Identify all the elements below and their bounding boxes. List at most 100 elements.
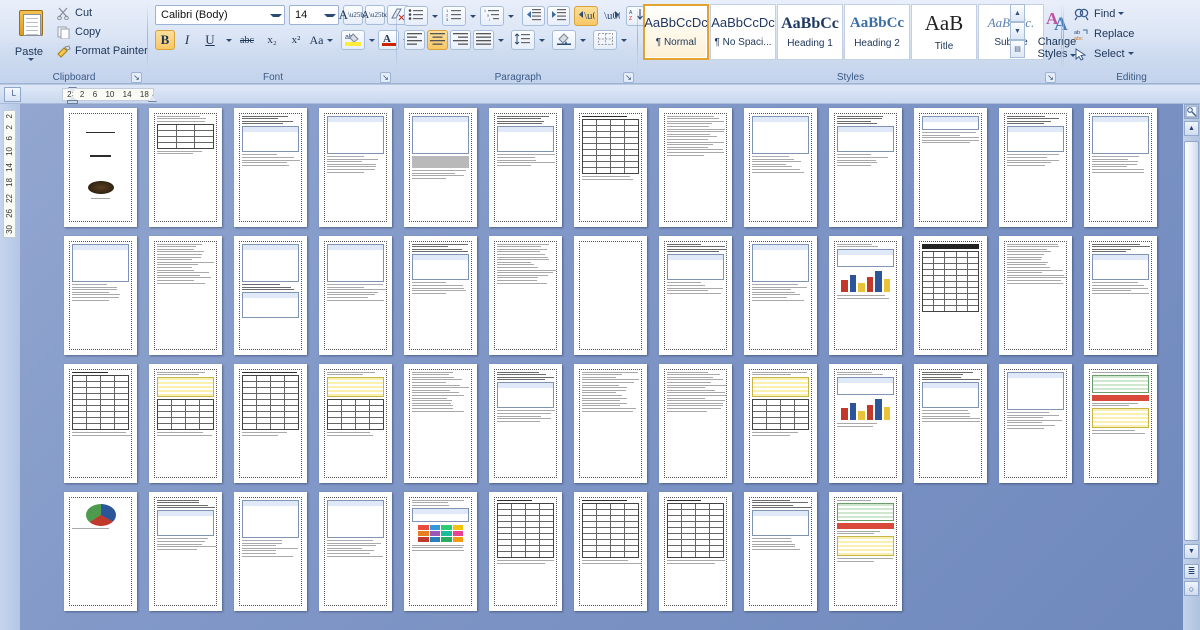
page-thumbnail[interactable] (64, 236, 137, 355)
style-heading-1[interactable]: AaBbCс Heading 1 (777, 4, 843, 60)
page-thumbnail[interactable] (574, 236, 647, 355)
horizontal-ruler[interactable]: └ 2 2 6 10 14 18 (0, 85, 1200, 104)
underline-button[interactable]: U (199, 30, 221, 50)
page-thumbnail[interactable] (234, 492, 307, 611)
previous-page-button[interactable]: ≣ (1184, 564, 1199, 579)
italic-button[interactable]: I (177, 30, 197, 50)
scroll-down-button[interactable]: ▼ (1184, 544, 1199, 559)
page-thumbnail[interactable] (149, 364, 222, 483)
page-thumbnail[interactable] (659, 492, 732, 611)
justify-dropdown-arrow[interactable] (494, 30, 505, 50)
bold-button[interactable]: B (155, 30, 175, 50)
page-thumbnail[interactable] (744, 364, 817, 483)
page-thumbnail[interactable] (659, 364, 732, 483)
page-thumbnail[interactable] (64, 492, 137, 611)
borders-dropdown-arrow[interactable] (617, 30, 628, 50)
page-thumbnail[interactable] (319, 236, 392, 355)
page-thumbnail[interactable] (829, 492, 902, 611)
document-canvas[interactable] (20, 104, 1183, 630)
multilevel-list-button[interactable]: 1ai (480, 6, 504, 26)
vertical-ruler[interactable]: 2 2 6 10 14 18 22 26 30 (0, 104, 20, 630)
styles-scroll-down-button[interactable]: ▼ (1010, 22, 1025, 40)
shading-button[interactable] (552, 30, 576, 50)
page-thumbnail[interactable] (149, 108, 222, 227)
align-center-button[interactable] (427, 30, 448, 50)
page-thumbnail[interactable] (914, 108, 987, 227)
shrink-font-button[interactable]: A \u25bc (365, 5, 385, 25)
multilevel-dropdown-arrow[interactable] (504, 6, 515, 26)
style-heading-2[interactable]: AaBbCc Heading 2 (844, 4, 910, 60)
vertical-scrollbar[interactable]: ▲ ▼ ≣ ○ (1183, 104, 1200, 630)
page-thumbnail[interactable] (1084, 108, 1157, 227)
page-thumbnail[interactable] (829, 364, 902, 483)
align-right-button[interactable] (450, 30, 471, 50)
page-thumbnail[interactable] (404, 364, 477, 483)
numbering-dropdown-arrow[interactable] (466, 6, 477, 26)
select-button[interactable]: Select (1071, 44, 1181, 63)
page-thumbnail[interactable] (829, 236, 902, 355)
page-thumbnail[interactable] (744, 236, 817, 355)
change-case-button[interactable]: Aa (309, 30, 333, 50)
page-thumbnail[interactable] (829, 108, 902, 227)
page-thumbnail[interactable] (1084, 364, 1157, 483)
page-thumbnail[interactable] (574, 364, 647, 483)
shading-dropdown-arrow[interactable] (576, 30, 587, 50)
page-thumbnail[interactable] (744, 492, 817, 611)
strikethrough-button[interactable]: abc (235, 30, 259, 50)
tab-stop-selector[interactable]: └ (4, 87, 21, 102)
left-to-right-button[interactable]: \u00b6 (574, 6, 598, 26)
page-thumbnail[interactable] (234, 108, 307, 227)
page-thumbnail[interactable] (574, 108, 647, 227)
style-normal[interactable]: AaBbCcDc ¶ Normal (643, 4, 709, 60)
align-left-button[interactable] (404, 30, 425, 50)
paste-dropdown-arrow[interactable] (28, 58, 34, 61)
page-thumbnail[interactable] (659, 236, 732, 355)
page-thumbnail[interactable] (489, 364, 562, 483)
page-thumbnail[interactable] (319, 108, 392, 227)
style-no-spacing[interactable]: AaBbCcDc ¶ No Spaci... (710, 4, 776, 60)
styles-scroll-up-button[interactable]: ▲ (1010, 4, 1025, 22)
page-thumbnail[interactable] (489, 492, 562, 611)
page-thumbnail[interactable] (999, 108, 1072, 227)
page-thumbnail[interactable] (404, 108, 477, 227)
scrollbar-thumb[interactable] (1184, 141, 1199, 541)
decrease-indent-button[interactable] (522, 6, 545, 26)
page-thumbnail[interactable] (489, 108, 562, 227)
page-thumbnail[interactable] (319, 364, 392, 483)
justify-button[interactable] (473, 30, 494, 50)
style-title[interactable]: AaВ Title (911, 4, 977, 60)
page-thumbnail[interactable] (404, 236, 477, 355)
page-thumbnail[interactable] (404, 492, 477, 611)
page-thumbnail[interactable] (659, 108, 732, 227)
copy-button[interactable]: Copy (54, 23, 144, 40)
format-painter-button[interactable]: Format Painter (54, 42, 144, 59)
page-thumbnail[interactable] (999, 236, 1072, 355)
grow-font-button[interactable]: A \u25b2 (343, 5, 363, 25)
increase-indent-button[interactable] (547, 6, 570, 26)
page-thumbnail[interactable] (234, 236, 307, 355)
cut-button[interactable]: Cut (54, 4, 144, 21)
page-thumbnail[interactable] (64, 108, 137, 227)
page-thumbnail[interactable] (234, 364, 307, 483)
page-thumbnail[interactable] (149, 236, 222, 355)
page-thumbnail[interactable] (999, 364, 1072, 483)
underline-dropdown-arrow[interactable] (221, 30, 233, 50)
replace-button[interactable]: ab abc Replace (1071, 24, 1181, 43)
page-thumbnail[interactable] (744, 108, 817, 227)
font-size-dropdown-arrow[interactable] (324, 14, 336, 17)
clipboard-dialog-launcher[interactable]: ↘ (131, 72, 142, 83)
line-spacing-dropdown-arrow[interactable] (535, 30, 546, 50)
page-thumbnail[interactable] (149, 492, 222, 611)
highlight-dropdown-arrow[interactable] (365, 30, 376, 50)
styles-more-button[interactable]: ▤ (1010, 40, 1025, 58)
bullets-dropdown-arrow[interactable] (428, 6, 439, 26)
bullets-button[interactable] (404, 6, 428, 26)
line-spacing-button[interactable] (511, 30, 535, 50)
page-thumbnail[interactable] (914, 236, 987, 355)
page-thumbnail[interactable] (1084, 236, 1157, 355)
text-highlight-button[interactable]: ab (341, 30, 365, 50)
page-thumbnail[interactable] (489, 236, 562, 355)
page-thumbnail[interactable] (64, 364, 137, 483)
page-thumbnail[interactable] (914, 364, 987, 483)
page-thumbnail[interactable] (319, 492, 392, 611)
